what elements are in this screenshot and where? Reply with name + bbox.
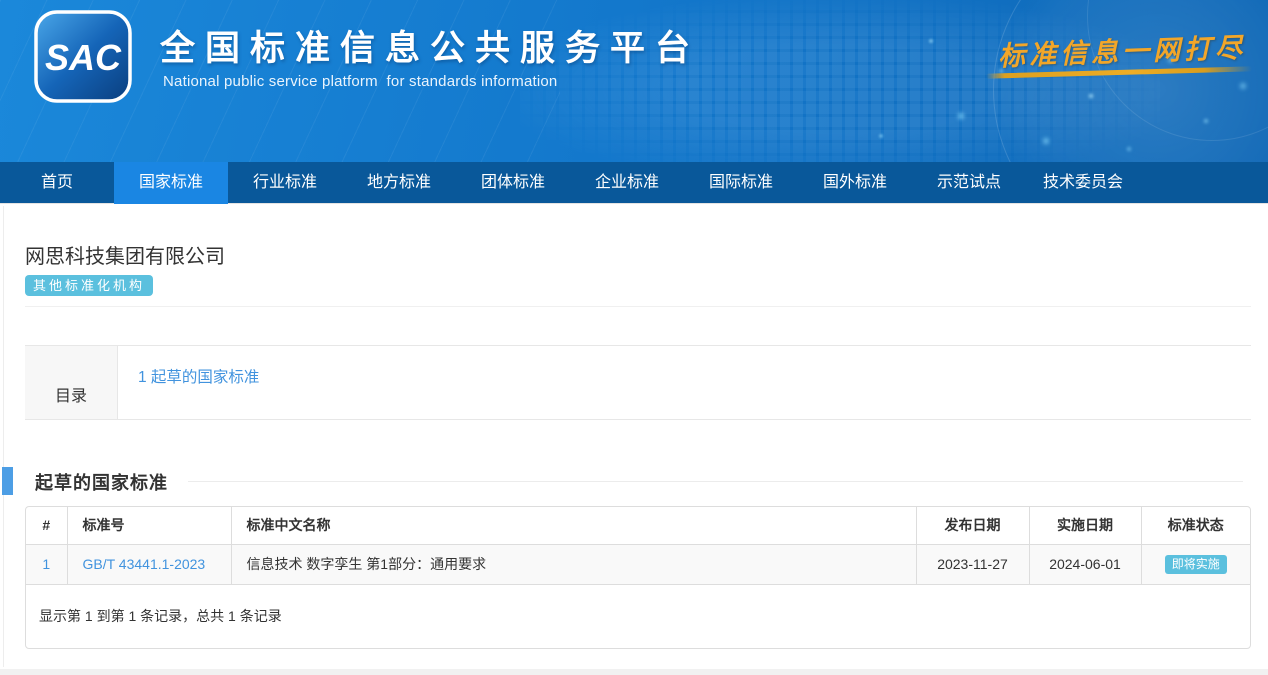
standards-table: # 标准号 标准中文名称 发布日期 实施日期 标准状态 1 GB/T 43441… bbox=[26, 507, 1250, 585]
site-header: SAC 全国标准信息公共服务平台 National public service… bbox=[0, 0, 1268, 162]
nav-item-local-standards[interactable]: 地方标准 bbox=[342, 162, 456, 204]
site-title: 全国标准信息公共服务平台 bbox=[160, 20, 700, 71]
publish-date-cell: 2023-11-27 bbox=[916, 544, 1029, 584]
divider bbox=[25, 306, 1251, 307]
nav-item-group-standards[interactable]: 团体标准 bbox=[456, 162, 570, 204]
col-header-publish-date: 发布日期 bbox=[916, 507, 1029, 544]
nav-item-foreign-standards[interactable]: 国外标准 bbox=[798, 162, 912, 204]
row-index: 1 bbox=[26, 544, 67, 584]
standard-number-link[interactable]: GB/T 43441.1-2023 bbox=[83, 556, 206, 572]
nav-item-international-standards[interactable]: 国际标准 bbox=[684, 162, 798, 204]
standard-name-cell: 信息技术 数字孪生 第1部分：通用要求 bbox=[231, 544, 916, 584]
col-header-implement-date: 实施日期 bbox=[1029, 507, 1141, 544]
globe-graphic bbox=[993, 0, 1268, 162]
section-accent-bar bbox=[2, 467, 13, 495]
directory-label: 目录 bbox=[25, 346, 118, 419]
nav-item-technical-committees[interactable]: 技术委员会 bbox=[1026, 162, 1140, 204]
directory-box: 目录 1 起草的国家标准 bbox=[25, 345, 1251, 420]
implement-date-cell: 2024-06-01 bbox=[1029, 544, 1141, 584]
records-summary: 显示第 1 到第 1 条记录，总共 1 条记录 bbox=[26, 585, 1250, 648]
section-title: 起草的国家标准 bbox=[35, 469, 168, 495]
col-header-index: # bbox=[26, 507, 67, 544]
glow-dots-decoration bbox=[0, 0, 2, 2]
sac-logo[interactable]: SAC bbox=[33, 9, 133, 104]
nav-item-national-standards[interactable]: 国家标准 bbox=[114, 162, 228, 204]
nav-item-enterprise-standards[interactable]: 企业标准 bbox=[570, 162, 684, 204]
status-badge: 即将实施 bbox=[1165, 555, 1227, 574]
nav-item-home[interactable]: 首页 bbox=[0, 162, 114, 204]
status-cell: 即将实施 bbox=[1141, 544, 1250, 584]
table-header-row: # 标准号 标准中文名称 发布日期 实施日期 标准状态 bbox=[26, 507, 1250, 544]
directory-content: 1 起草的国家标准 bbox=[118, 346, 1251, 419]
col-header-status: 标准状态 bbox=[1141, 507, 1250, 544]
nav-item-industry-standards[interactable]: 行业标准 bbox=[228, 162, 342, 204]
table-row: 1 GB/T 43441.1-2023 信息技术 数字孪生 第1部分：通用要求 … bbox=[26, 544, 1250, 584]
standards-table-container: # 标准号 标准中文名称 发布日期 实施日期 标准状态 1 GB/T 43441… bbox=[25, 506, 1251, 649]
site-subtitle: National public service platform for sta… bbox=[163, 73, 557, 90]
page: SAC 全国标准信息公共服务平台 National public service… bbox=[0, 0, 1268, 675]
page-left-edge-line bbox=[3, 206, 4, 667]
organization-type-badge: 其他标准化机构 bbox=[25, 275, 153, 296]
organization-name: 网思科技集团有限公司 bbox=[25, 240, 225, 269]
nav-item-pilot-demonstration[interactable]: 示范试点 bbox=[912, 162, 1026, 204]
col-header-standard-number: 标准号 bbox=[67, 507, 231, 544]
directory-link-drafted-national-standards[interactable]: 1 起草的国家标准 bbox=[138, 369, 259, 386]
sac-logo-text: SAC bbox=[45, 37, 122, 78]
footer-strip bbox=[0, 669, 1268, 675]
section-title-rule bbox=[188, 481, 1243, 482]
standard-number-cell: GB/T 43441.1-2023 bbox=[67, 544, 231, 584]
col-header-standard-name: 标准中文名称 bbox=[231, 507, 916, 544]
main-nav: 首页 国家标准 行业标准 地方标准 团体标准 企业标准 国际标准 国外标准 示范… bbox=[0, 162, 1268, 204]
